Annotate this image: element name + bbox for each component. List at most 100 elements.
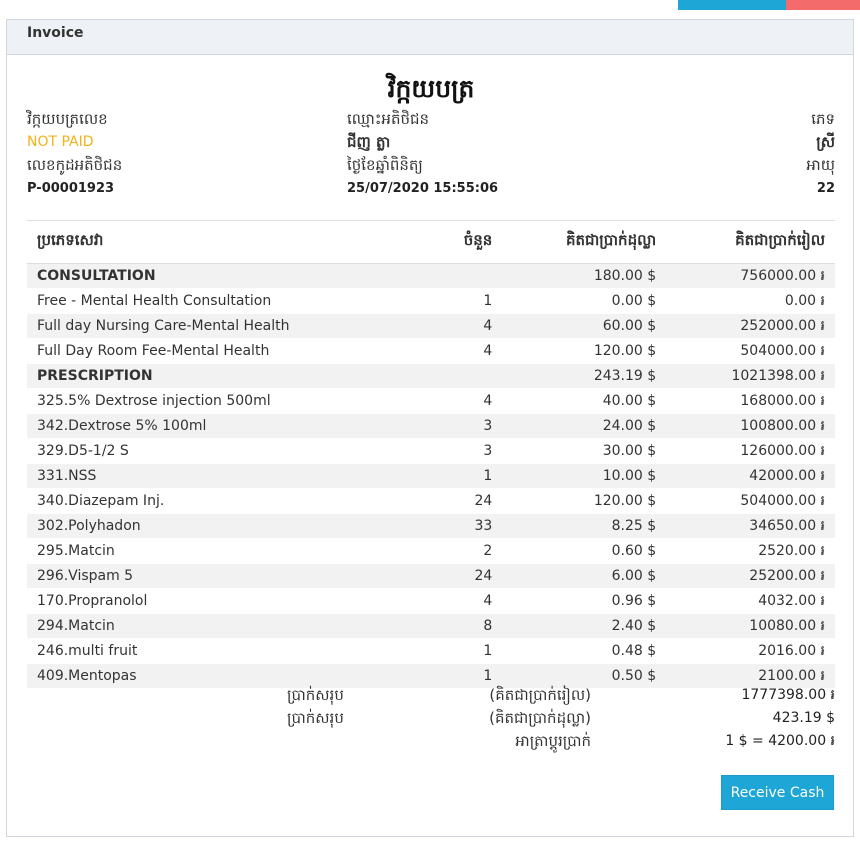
visit-date: 25/07/2020 15:55:06 — [347, 181, 499, 196]
item-khr: 504000.00 ៛ — [666, 488, 835, 514]
item-usd: 180.00 $ — [502, 263, 667, 289]
payment-status: NOT PAID — [27, 134, 94, 150]
item-name: 331.NSS — [27, 463, 433, 489]
receive-cash-button[interactable]: Receive Cash — [721, 775, 834, 810]
item-khr: 2520.00 ៛ — [666, 538, 835, 564]
item-name: 296.Vispam 5 — [27, 563, 433, 589]
item-name: 294.Matcin — [27, 613, 433, 639]
item-qty — [432, 363, 503, 389]
patient-code-label: លេខកូដអតិថិជន — [27, 156, 123, 174]
summary-total-khr-label: ប្រាក់សរុប — [287, 686, 344, 704]
item-name: 170.Propranolol — [27, 588, 433, 614]
item-usd: 0.60 $ — [502, 538, 667, 564]
table-row: 325.5% Dextrose injection 500ml 4 40.00 … — [27, 388, 835, 414]
item-usd: 2.40 $ — [502, 613, 667, 639]
top-accent-bar-red — [786, 0, 860, 10]
summary-exchange-rate-value: 1 $ = 4200.00 ៛ — [725, 733, 835, 749]
item-usd: 120.00 $ — [502, 338, 667, 364]
item-usd: 0.48 $ — [502, 638, 667, 664]
top-accent-bar-blue — [678, 0, 786, 10]
gender-value: ស្រី — [816, 133, 835, 151]
item-usd: 6.00 $ — [502, 563, 667, 589]
table-row: 296.Vispam 5 24 6.00 $ 25200.00 ៛ — [27, 563, 835, 589]
table-row: 331.NSS 1 10.00 $ 42000.00 ៛ — [27, 463, 835, 489]
item-qty: 4 — [432, 313, 503, 339]
item-name: 342.Dextrose 5% 100ml — [27, 413, 433, 439]
item-usd: 0.00 $ — [502, 288, 667, 314]
customer-name-label: ឈ្មោះអតិថិជន — [347, 110, 430, 128]
summary-exchange-rate-label: អាត្រាប្តូរប្រាក់ — [515, 732, 591, 750]
item-name: CONSULTATION — [27, 263, 433, 289]
customer-name: ជីញ ត្លា — [347, 133, 391, 151]
table-row: 170.Propranolol 4 0.96 $ 4032.00 ៛ — [27, 588, 835, 614]
info-column-right: ភេទ ស្រី អាយុ 22 — [806, 108, 835, 200]
item-qty: 24 — [432, 488, 503, 514]
summary-exchange-rate: អាត្រាប្តូរប្រាក់ 1 $ = 4200.00 ៛ — [7, 730, 855, 753]
item-khr: 168000.00 ៛ — [666, 388, 835, 414]
patient-code: P-00001923 — [27, 181, 115, 196]
table-row: 294.Matcin 8 2.40 $ 10080.00 ៛ — [27, 613, 835, 639]
item-khr: 34650.00 ៛ — [666, 513, 835, 539]
item-qty: 1 — [432, 288, 503, 314]
summary-total-usd: ប្រាក់សរុប (គិតជាប្រាក់ដុល្លា) 423.19 $ — [7, 707, 855, 730]
item-khr: 10080.00 ៛ — [666, 613, 835, 639]
header-khr: គិតជាប្រាក់រៀល — [666, 220, 835, 264]
item-khr: 756000.00 ៛ — [666, 263, 835, 289]
document-title: វិក្កយបត្រ — [387, 74, 475, 103]
info-column-left: វិក្កយបត្រលេខ NOT PAID លេខកូដអតិថិជន P-0… — [27, 108, 122, 200]
visit-date-label: ថ្ងៃខែឆ្នាំពិនិត្យ — [347, 156, 423, 174]
item-usd: 30.00 $ — [502, 438, 667, 464]
table-row: Free - Mental Health Consultation 1 0.00… — [27, 288, 835, 314]
item-name: 340.Diazepam Inj. — [27, 488, 433, 514]
invoice-summary: ប្រាក់សរុប (គិតជាប្រាក់រៀល) 1777398.00 ៛… — [7, 684, 855, 753]
item-qty: 4 — [432, 388, 503, 414]
header-quantity: ចំនួន — [432, 220, 503, 264]
item-khr: 1021398.00 ៛ — [666, 363, 835, 389]
item-khr: 4032.00 ៛ — [666, 588, 835, 614]
table-row-group: PRESCRIPTION 243.19 $ 1021398.00 ៛ — [27, 363, 835, 389]
table-row: 329.D5-1/2 S 3 30.00 $ 126000.00 ៛ — [27, 438, 835, 464]
item-qty: 4 — [432, 338, 503, 364]
item-name: 302.Polyhadon — [27, 513, 433, 539]
item-qty: 4 — [432, 588, 503, 614]
info-column-middle: ឈ្មោះអតិថិជន ជីញ ត្លា ថ្ងៃខែឆ្នាំពិនិត្យ… — [347, 108, 498, 200]
item-khr: 252000.00 ៛ — [666, 313, 835, 339]
item-usd: 120.00 $ — [502, 488, 667, 514]
item-khr: 25200.00 ៛ — [666, 563, 835, 589]
item-usd: 0.96 $ — [502, 588, 667, 614]
item-khr: 42000.00 ៛ — [666, 463, 835, 489]
item-name: Full Day Room Fee-Mental Health — [27, 338, 433, 364]
item-qty: 1 — [432, 638, 503, 664]
item-qty: 33 — [432, 513, 503, 539]
summary-total-khr-currency: (គិតជាប្រាក់រៀល) — [489, 686, 591, 704]
table-row: 342.Dextrose 5% 100ml 3 24.00 $ 100800.0… — [27, 413, 835, 439]
item-name: 295.Matcin — [27, 538, 433, 564]
table-row: Full Day Room Fee-Mental Health 4 120.00… — [27, 338, 835, 364]
invoice-number-label: វិក្កយបត្រលេខ — [27, 110, 108, 128]
gender-label: ភេទ — [811, 110, 835, 128]
item-usd: 243.19 $ — [502, 363, 667, 389]
item-qty: 1 — [432, 463, 503, 489]
item-khr: 126000.00 ៛ — [666, 438, 835, 464]
invoice-panel: Invoice វិក្កយបត្រ វិក្កយបត្រលេខ NOT PAI… — [6, 19, 854, 837]
table-row-group: CONSULTATION 180.00 $ 756000.00 ៛ — [27, 263, 835, 289]
item-khr: 504000.00 ៛ — [666, 338, 835, 364]
item-usd: 40.00 $ — [502, 388, 667, 414]
item-qty: 3 — [432, 438, 503, 464]
table-row: 340.Diazepam Inj. 24 120.00 $ 504000.00 … — [27, 488, 835, 514]
table-header-row: ប្រភេទសេវា ចំនួន គិតជាប្រាក់ដុល្លា គិតជា… — [27, 220, 835, 264]
item-qty: 24 — [432, 563, 503, 589]
age-label: អាយុ — [806, 156, 835, 174]
item-usd: 60.00 $ — [502, 313, 667, 339]
item-khr: 100800.00 ៛ — [666, 413, 835, 439]
table-row: 295.Matcin 2 0.60 $ 2520.00 ៛ — [27, 538, 835, 564]
table-row: 302.Polyhadon 33 8.25 $ 34650.00 ៛ — [27, 513, 835, 539]
summary-total-usd-label: ប្រាក់សរុប — [287, 709, 344, 727]
item-qty: 8 — [432, 613, 503, 639]
item-qty: 3 — [432, 413, 503, 439]
item-name: 325.5% Dextrose injection 500ml — [27, 388, 433, 414]
item-qty — [432, 263, 503, 289]
header-usd: គិតជាប្រាក់ដុល្លា — [502, 220, 667, 264]
item-name: PRESCRIPTION — [27, 363, 433, 389]
summary-total-khr: ប្រាក់សរុប (គិតជាប្រាក់រៀល) 1777398.00 ៛ — [7, 684, 855, 707]
